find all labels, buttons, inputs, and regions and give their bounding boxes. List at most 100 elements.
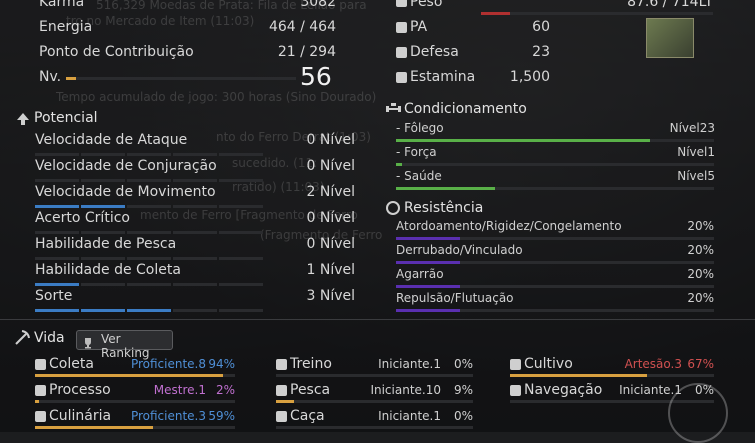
culinaria-icon (35, 411, 46, 422)
chat-ghost-line: tro no Mercado de Item (11:03) (66, 14, 255, 28)
life-skill-bar (510, 374, 714, 377)
trophy-icon (82, 334, 94, 349)
processo-icon (35, 385, 46, 396)
resistance-bar-fill (396, 285, 460, 288)
resistance-bar-fill (396, 309, 460, 312)
potential-level-segment (35, 309, 79, 312)
view-ranking-label: Ver Ranking (101, 332, 150, 360)
level-bar (66, 77, 296, 80)
potential-level-segment (219, 257, 263, 260)
life-skill-bar-fill (35, 426, 153, 429)
resistance-item-label: Atordoamento/Rigidez/Congelamento (396, 219, 622, 233)
potential-level-segment (219, 153, 263, 156)
section-divider (0, 319, 755, 320)
resistance-bar-fill (396, 261, 460, 264)
potential-level-segment (173, 309, 217, 312)
potential-level-segment (81, 257, 125, 260)
potential-item-value: 0 Nível (306, 236, 355, 252)
life-skill-bar (35, 400, 235, 403)
potential-item-label: Habilidade de Pesca (35, 236, 177, 252)
potential-level-segment (81, 153, 125, 156)
conditioning-bar (396, 187, 714, 190)
stamina-label: Estamina (410, 69, 476, 85)
potential-item-value: 3 Nível (306, 288, 355, 304)
potential-level-segment (173, 179, 217, 182)
resistance-item-value: 20% (687, 267, 714, 281)
weight-value: 87.6 / 714LT (627, 0, 713, 10)
stamina-icon (396, 72, 407, 83)
life-skill-rank: Proficiente.3 (130, 409, 206, 423)
potential-level-segment (35, 153, 79, 156)
potential-level-segment (127, 283, 171, 286)
conditioning-item-value: Nível5 (677, 169, 715, 183)
potential-level-segment (219, 231, 263, 234)
potential-level-segment (127, 153, 171, 156)
level-label: Nv. (39, 69, 62, 85)
life-skill-bar-fill (276, 400, 294, 403)
resistance-header: Resistência (404, 200, 484, 216)
potential-level-segment (35, 205, 79, 208)
resistance-bar (396, 261, 714, 264)
life-skill-name: Treino (290, 356, 332, 372)
resistance-item-value: 20% (687, 219, 714, 233)
potential-level-segment (173, 231, 217, 234)
resistance-item-value: 20% (687, 243, 714, 257)
potential-item-label: Velocidade de Ataque (35, 132, 188, 148)
ap-label: PA (410, 19, 428, 35)
conditioning-bar-fill (396, 163, 402, 166)
karma-value: 3082 (300, 0, 336, 10)
pesca-icon (276, 385, 287, 396)
potential-level-segment (219, 309, 263, 312)
conditioning-item-label: - Força (396, 145, 437, 159)
potential-level-segment (35, 283, 79, 286)
view-ranking-button[interactable]: Ver Ranking (76, 330, 173, 360)
potential-level-segment (127, 257, 171, 260)
life-skill-percent: 94% (208, 357, 235, 371)
life-skill-rank: Artesão.3 (624, 357, 682, 371)
defense-value: 23 (532, 44, 550, 60)
life-skill-percent: 67% (687, 357, 714, 371)
potential-item-value: 0 Nível (306, 132, 355, 148)
equipment-slot-thumbnail[interactable] (646, 18, 694, 58)
life-skill-percent: 2% (215, 383, 235, 397)
life-skill-rank: Iniciante.10 (370, 383, 441, 397)
caca-icon (276, 411, 287, 422)
potential-level-segment (127, 179, 171, 182)
ap-value: 60 (532, 19, 550, 35)
conditioning-item-value: Nível1 (677, 145, 715, 159)
conditioning-item-value: Nível23 (669, 121, 715, 135)
potential-level-segment (173, 153, 217, 156)
potential-level-segment (219, 179, 263, 182)
life-skill-rank: Proficiente.8 (130, 357, 206, 371)
life-skill-bar-fill (35, 400, 39, 403)
potential-level-segment (219, 205, 263, 208)
cultivo-icon (510, 359, 521, 370)
potential-item-value: 2 Nível (306, 184, 355, 200)
contribution-label: Ponto de Contribuição (39, 44, 194, 60)
life-skill-percent: 0% (453, 409, 473, 423)
potential-item-label: Velocidade de Conjuração (35, 158, 217, 174)
resistance-bar (396, 237, 714, 240)
potential-item-label: Acerto Crítico (35, 210, 130, 226)
resistance-bar-fill (396, 237, 460, 240)
life-skill-percent: 0% (453, 357, 473, 371)
potential-item-value: 0 Nível (306, 210, 355, 226)
resistance-bar (396, 309, 714, 312)
life-skill-percent: 59% (208, 409, 235, 423)
potential-item-label: Velocidade de Movimento (35, 184, 216, 200)
stamina-value: 1,500 (509, 69, 550, 85)
resistance-item-label: Repulsão/Flutuação (396, 291, 514, 305)
karma-label: Karma (39, 0, 85, 10)
life-skill-bar (276, 400, 473, 403)
life-skill-name: Cultivo (524, 356, 573, 372)
shield-icon (396, 47, 407, 58)
weight-bar-fill (481, 12, 510, 15)
life-skill-bar (276, 426, 473, 429)
pickaxe-icon (14, 330, 30, 346)
potential-level-segment (173, 257, 217, 260)
conditioning-header: Condicionamento (404, 101, 527, 117)
potential-level-segment (81, 309, 125, 312)
conditioning-item-label: - Saúde (396, 169, 442, 183)
potential-level-segment (81, 179, 125, 182)
life-skill-name: Pesca (290, 382, 331, 398)
